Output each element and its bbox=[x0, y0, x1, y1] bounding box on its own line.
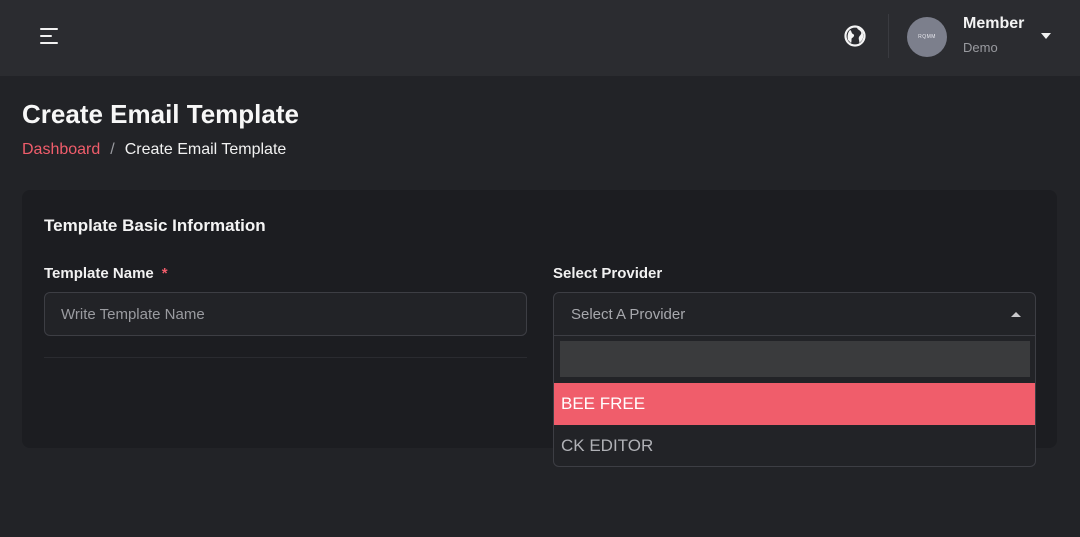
chevron-down-icon[interactable] bbox=[1041, 33, 1051, 39]
provider-dropdown: BEE FREE CK EDITOR bbox=[553, 336, 1036, 467]
breadcrumb-dashboard-link[interactable]: Dashboard bbox=[22, 141, 100, 159]
breadcrumb-separator: / bbox=[110, 141, 115, 158]
provider-option-ck-editor[interactable]: CK EDITOR bbox=[554, 425, 1035, 466]
provider-label: Select Provider bbox=[553, 265, 663, 282]
provider-select-value: Select A Provider bbox=[571, 306, 686, 323]
provider-option-bee-free[interactable]: BEE FREE bbox=[554, 383, 1035, 425]
page-title: Create Email Template bbox=[22, 99, 299, 129]
breadcrumb-current: Create Email Template bbox=[124, 141, 287, 158]
top-bar: RQMM Member Demo bbox=[0, 0, 1080, 76]
chevron-up-icon bbox=[1011, 312, 1021, 317]
card-title: Template Basic Information bbox=[44, 216, 266, 235]
template-name-label: Template Name * bbox=[44, 265, 168, 282]
user-role: Demo bbox=[963, 40, 998, 55]
user-name[interactable]: Member bbox=[963, 15, 1024, 33]
globe-icon[interactable] bbox=[842, 23, 868, 49]
avatar[interactable]: RQMM bbox=[907, 17, 947, 57]
field-divider bbox=[44, 357, 527, 358]
header-divider bbox=[888, 14, 889, 58]
menu-toggle-icon[interactable] bbox=[36, 22, 64, 50]
provider-select[interactable]: Select A Provider bbox=[553, 292, 1036, 336]
required-mark: * bbox=[161, 265, 168, 282]
provider-search-input[interactable] bbox=[560, 341, 1030, 377]
template-name-label-text: Template Name bbox=[44, 265, 154, 282]
breadcrumb: Dashboard / Create Email Template bbox=[22, 141, 286, 159]
avatar-text: RQMM bbox=[918, 34, 936, 40]
template-name-input[interactable] bbox=[44, 292, 527, 336]
